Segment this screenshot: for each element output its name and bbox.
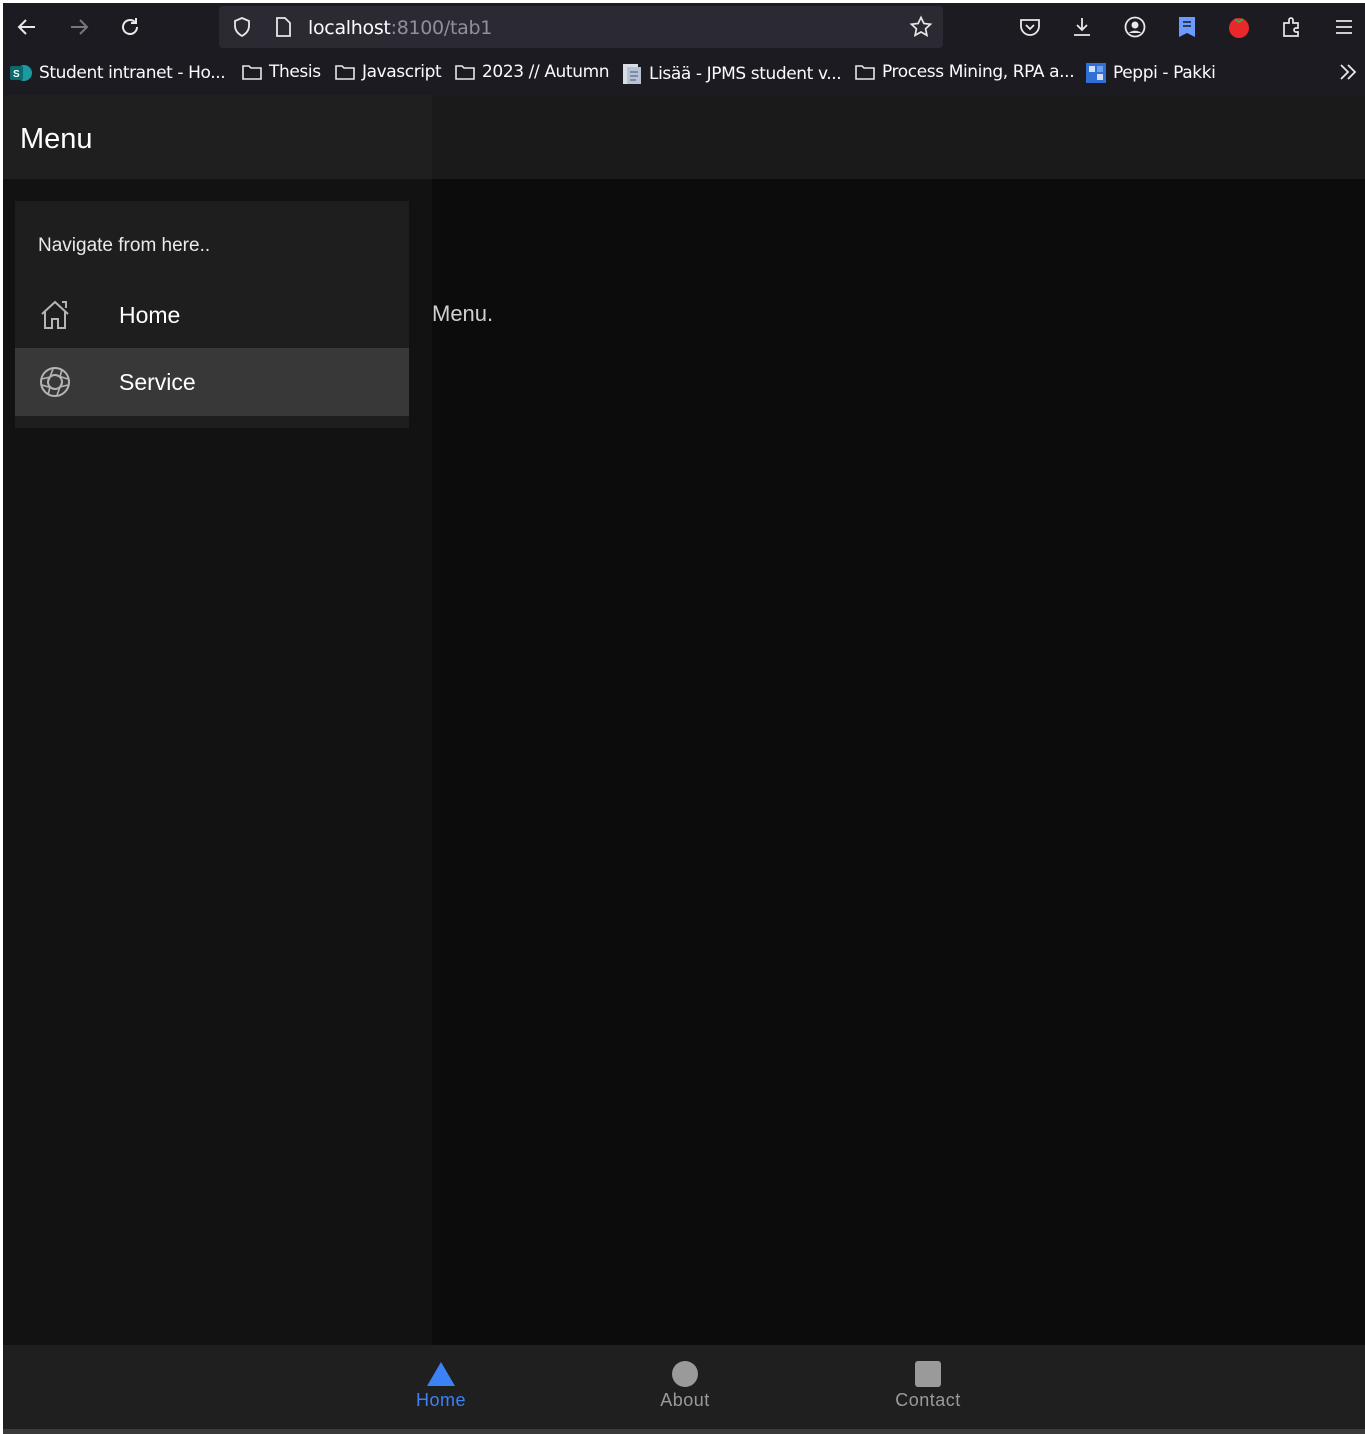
back-button[interactable] — [11, 11, 43, 43]
reload-icon — [122, 18, 138, 35]
browser-window: localhost:8100/tab1 S Student intranet - — [3, 3, 1365, 1434]
main-content: Menu. — [432, 179, 1365, 1345]
tab-label: Home — [415, 1390, 466, 1410]
shield-icon — [234, 17, 250, 38]
square-icon — [915, 1361, 941, 1387]
bookmark-label: Lisää - JPMS student v... — [649, 64, 842, 84]
arrow-right-icon — [71, 19, 89, 35]
folder-icon — [855, 65, 875, 80]
tab-about[interactable]: About — [625, 1361, 745, 1411]
bookmark-list-icon — [1179, 17, 1195, 37]
tab-label: About — [660, 1390, 710, 1410]
bookmark-peppi-pakki[interactable]: Peppi - Pakki — [1085, 62, 1216, 84]
url-text: localhost:8100/tab1 — [308, 17, 492, 39]
bookmark-lisaa-jpms[interactable]: Lisää - JPMS student v... — [621, 62, 842, 86]
bookmark-student-intranet[interactable]: S Student intranet - Ho... — [9, 62, 226, 84]
app-root: Menu Navigate from here.. Home Service M… — [3, 95, 1365, 1434]
page-icon — [276, 17, 291, 37]
arrow-left-icon — [17, 19, 35, 35]
tab-bar: Home About Contact — [3, 1345, 1365, 1429]
menu-item-divider — [119, 416, 409, 417]
bookmark-label: Thesis — [269, 62, 321, 82]
bookmark-label: Peppi - Pakki — [1113, 63, 1216, 83]
reload-button[interactable] — [114, 11, 146, 43]
triangle-icon — [427, 1362, 455, 1386]
bookmarks-overflow-button[interactable] — [1337, 61, 1359, 88]
bookmark-thesis[interactable]: Thesis — [241, 62, 321, 82]
content-text: Menu. — [432, 301, 494, 326]
menu-header: Menu — [3, 95, 432, 179]
account-button[interactable] — [1119, 11, 1151, 43]
folder-icon — [242, 65, 262, 80]
menu-item-label: Home — [119, 302, 181, 328]
tomato-extension-button[interactable] — [1223, 11, 1255, 43]
extensions-button[interactable] — [1276, 11, 1308, 43]
ellipse-icon — [672, 1361, 698, 1387]
downloads-button[interactable] — [1066, 11, 1098, 43]
menu-list: Navigate from here.. Home Service — [15, 201, 409, 428]
main-header — [432, 95, 1365, 179]
side-menu: Menu Navigate from here.. Home Service — [3, 95, 432, 1345]
home-outline-icon — [41, 300, 69, 329]
bookmark-label: Process Mining, RPA a... — [882, 62, 1075, 82]
peppi-icon — [1086, 63, 1106, 83]
browser-toolbar: localhost:8100/tab1 — [3, 3, 1365, 51]
bookmark-label: Javascript — [362, 62, 442, 82]
tomato-icon — [1229, 18, 1249, 38]
star-icon[interactable] — [909, 15, 933, 39]
bookmarks-bar: S Student intranet - Ho... Thesis Javasc… — [3, 51, 1365, 95]
folder-icon — [335, 65, 355, 80]
url-host: localhost — [308, 17, 391, 39]
bookmark-label: 2023 // Autumn — [482, 62, 610, 82]
puzzle-icon — [1283, 17, 1299, 37]
download-icon — [1074, 18, 1090, 36]
menu-item-home[interactable]: Home — [15, 281, 409, 349]
pocket-button[interactable] — [1014, 11, 1046, 43]
url-bar[interactable]: localhost:8100/tab1 — [219, 6, 943, 48]
tab-bar-bottom-edge — [3, 1429, 1365, 1434]
chevron-double-right-icon — [1340, 64, 1357, 80]
reader-extension-button[interactable] — [1171, 11, 1203, 43]
account-icon — [1124, 16, 1146, 38]
aperture-outline-icon — [40, 367, 70, 397]
menu-list-header: Navigate from here.. — [38, 235, 211, 256]
app-menu-button[interactable] — [1328, 11, 1360, 43]
bookmark-label: Student intranet - Ho... — [39, 63, 226, 83]
svg-text:S: S — [13, 69, 20, 80]
pocket-icon — [1020, 19, 1040, 36]
tab-label: Contact — [895, 1390, 961, 1410]
menu-title: Menu — [20, 123, 93, 155]
menu-item-service[interactable]: Service — [15, 348, 409, 417]
folder-icon — [455, 65, 475, 80]
document-icon — [623, 64, 641, 84]
forward-button[interactable] — [63, 11, 95, 43]
menu-item-label: Service — [119, 369, 196, 395]
hamburger-icon — [1336, 20, 1352, 34]
url-path: :8100/tab1 — [390, 17, 493, 39]
bookmark-process-mining[interactable]: Process Mining, RPA a... — [854, 62, 1075, 82]
bookmark-javascript[interactable]: Javascript — [334, 62, 442, 82]
bookmark-2023-autumn[interactable]: 2023 // Autumn — [454, 62, 610, 82]
tab-home[interactable]: Home — [381, 1361, 501, 1411]
sharepoint-icon: S — [10, 65, 32, 81]
tab-contact[interactable]: Contact — [868, 1361, 988, 1411]
